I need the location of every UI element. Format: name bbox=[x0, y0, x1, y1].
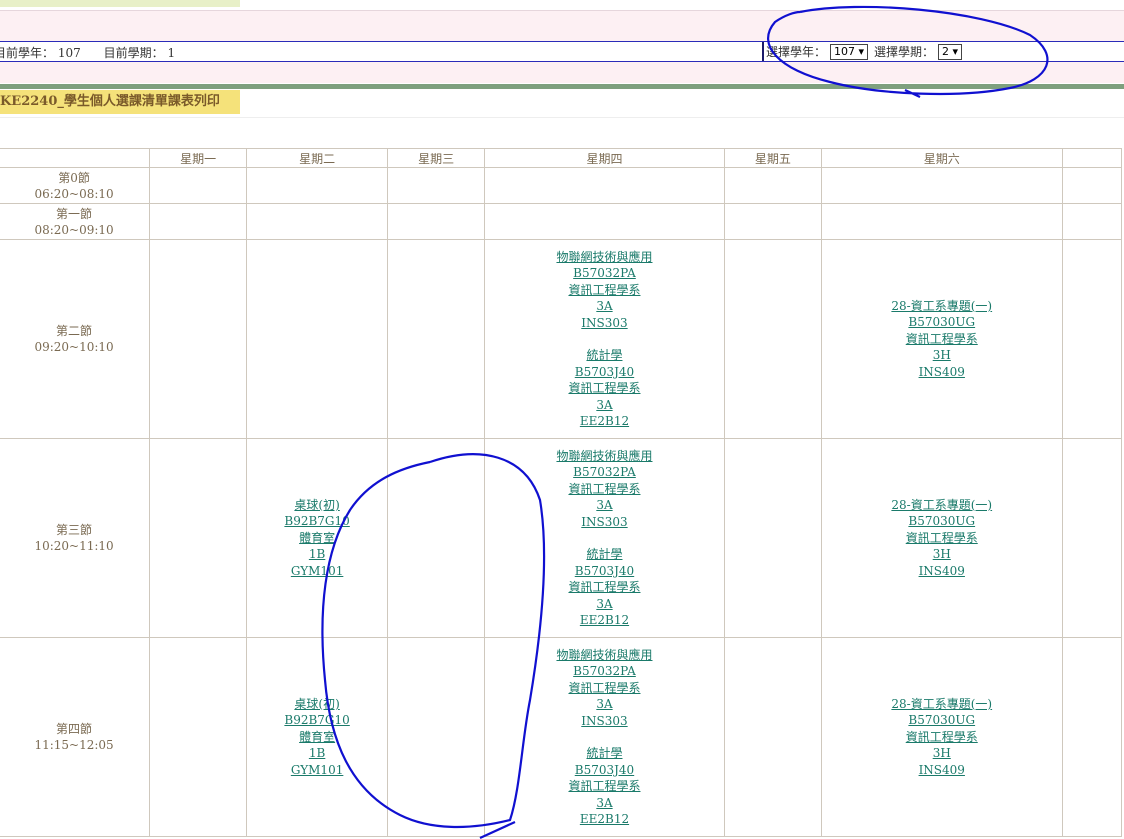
course-link[interactable]: 資訊工程學系 bbox=[822, 331, 1062, 348]
course-link[interactable]: INS409 bbox=[822, 762, 1062, 779]
course-link[interactable]: 體育室 bbox=[247, 530, 387, 547]
course-link[interactable]: GYM101 bbox=[247, 563, 387, 580]
course-link[interactable]: 3H bbox=[822, 745, 1062, 762]
course-link[interactable]: 1B bbox=[247, 745, 387, 762]
course-link[interactable]: INS303 bbox=[485, 713, 724, 730]
course-cell: 物聯網技術與應用 B57032PA 資訊工程學系 3A INS303 統計學 B… bbox=[484, 637, 725, 837]
term-info-bar: 目前學年： 107 目前學期： 1 選擇學年： 107 ▾ 選擇學期： 2 ▾ bbox=[0, 41, 1124, 62]
course-link[interactable]: EE2B12 bbox=[485, 413, 724, 430]
course-link[interactable]: 3A bbox=[485, 596, 724, 613]
day-header: 星期四 bbox=[484, 148, 725, 168]
divider-bar bbox=[0, 84, 1124, 89]
course-link[interactable]: 物聯網技術與應用 bbox=[485, 448, 724, 465]
course-link[interactable]: B57030UG bbox=[822, 314, 1062, 331]
current-term-info: 目前學年： 107 目前學期： 1 bbox=[0, 46, 176, 60]
day-header: 星期五 bbox=[723, 148, 822, 168]
course-link[interactable]: EE2B12 bbox=[485, 612, 724, 629]
course-link[interactable]: B5703J40 bbox=[485, 364, 724, 381]
course-link[interactable]: 28-資工系專題(一) bbox=[822, 497, 1062, 514]
course-link[interactable]: 資訊工程學系 bbox=[485, 481, 724, 498]
course-link[interactable]: 統計學 bbox=[485, 546, 724, 563]
course-link[interactable]: GYM101 bbox=[247, 762, 387, 779]
course-link[interactable]: B57030UG bbox=[822, 513, 1062, 530]
term-select[interactable]: 2 ▾ bbox=[938, 43, 963, 60]
day-header: 星期一 bbox=[149, 148, 248, 168]
course-link[interactable]: 物聯網技術與應用 bbox=[485, 647, 724, 664]
course-link[interactable]: 28-資工系專題(一) bbox=[822, 696, 1062, 713]
course-link[interactable]: 3A bbox=[485, 497, 724, 514]
course-link[interactable]: 資訊工程學系 bbox=[485, 680, 724, 697]
course-cell: 桌球(初) B92B7G10 體育室 1B GYM101 bbox=[246, 438, 389, 638]
course-link[interactable]: B57032PA bbox=[485, 464, 724, 481]
course-link[interactable]: 3H bbox=[822, 546, 1062, 563]
course-link[interactable]: B92B7G10 bbox=[247, 712, 387, 729]
course-link[interactable]: 資訊工程學系 bbox=[485, 579, 724, 596]
period-cell: 第0節 06:20~08:10 bbox=[0, 167, 151, 204]
course-link[interactable]: 3A bbox=[485, 696, 724, 713]
period-cell: 第一節 08:20~09:10 bbox=[0, 203, 151, 240]
course-link[interactable]: 資訊工程學系 bbox=[485, 380, 724, 397]
course-link[interactable]: 3A bbox=[485, 298, 724, 315]
course-link[interactable]: 統計學 bbox=[485, 347, 724, 364]
course-link[interactable]: 統計學 bbox=[485, 745, 724, 762]
course-link[interactable]: B57032PA bbox=[485, 663, 724, 680]
day-header: 星期二 bbox=[246, 148, 389, 168]
course-link[interactable]: 物聯網技術與應用 bbox=[485, 249, 724, 266]
term-selector: 選擇學年： 107 ▾ 選擇學期： 2 ▾ bbox=[762, 42, 968, 61]
extra-header bbox=[1061, 148, 1123, 168]
period-cell: 第四節 11:15~12:05 bbox=[0, 637, 151, 837]
course-link[interactable]: B57032PA bbox=[485, 265, 724, 282]
period-cell: 第二節 09:20~10:10 bbox=[0, 239, 151, 439]
course-cell: 桌球(初) B92B7G10 體育室 1B GYM101 bbox=[246, 637, 389, 837]
course-link[interactable]: 資訊工程學系 bbox=[485, 778, 724, 795]
course-link[interactable]: B5703J40 bbox=[485, 762, 724, 779]
course-link[interactable]: INS303 bbox=[485, 315, 724, 332]
course-link[interactable]: 資訊工程學系 bbox=[485, 282, 724, 299]
course-link[interactable]: 桌球(初) bbox=[247, 696, 387, 713]
day-header: 星期三 bbox=[387, 148, 486, 168]
course-link[interactable]: 資訊工程學系 bbox=[822, 729, 1062, 746]
select-term-label: 選擇學期： bbox=[874, 45, 935, 59]
course-cell: 28-資工系專題(一) B57030UG 資訊工程學系 3H INS409 bbox=[820, 239, 1063, 439]
corner-header bbox=[0, 148, 151, 168]
year-select[interactable]: 107 ▾ bbox=[830, 43, 869, 60]
select-year-label: 選擇學年： bbox=[766, 45, 827, 59]
course-link[interactable]: 桌球(初) bbox=[247, 497, 387, 514]
course-link[interactable]: 1B bbox=[247, 546, 387, 563]
course-link[interactable]: EE2B12 bbox=[485, 811, 724, 828]
course-link[interactable]: 資訊工程學系 bbox=[822, 530, 1062, 547]
course-cell: 28-資工系專題(一) B57030UG 資訊工程學系 3H INS409 bbox=[820, 438, 1063, 638]
page-title: KE2240_學生個人選課清單課表列印 bbox=[0, 90, 240, 114]
course-link[interactable]: 體育室 bbox=[247, 729, 387, 746]
day-header: 星期六 bbox=[820, 148, 1063, 168]
course-cell: 28-資工系專題(一) B57030UG 資訊工程學系 3H INS409 bbox=[820, 637, 1063, 837]
course-link[interactable]: 28-資工系專題(一) bbox=[822, 298, 1062, 315]
course-link[interactable]: 3H bbox=[822, 347, 1062, 364]
course-link[interactable]: B92B7G10 bbox=[247, 513, 387, 530]
course-cell: 物聯網技術與應用 B57032PA 資訊工程學系 3A INS303 統計學 B… bbox=[484, 438, 725, 638]
course-cell: 物聯網技術與應用 B57032PA 資訊工程學系 3A INS303 統計學 B… bbox=[484, 239, 725, 439]
course-link[interactable]: 3A bbox=[485, 795, 724, 812]
schedule-table: 星期一 星期二 星期三 星期四 星期五 星期六 第0節 06:20~08:10 第… bbox=[0, 148, 1123, 837]
top-accent-line bbox=[0, 0, 240, 7]
divider bbox=[0, 117, 1124, 118]
course-link[interactable]: B5703J40 bbox=[485, 563, 724, 580]
course-link[interactable]: 3A bbox=[485, 397, 724, 414]
course-link[interactable]: INS303 bbox=[485, 514, 724, 531]
course-link[interactable]: INS409 bbox=[822, 563, 1062, 580]
course-link[interactable]: B57030UG bbox=[822, 712, 1062, 729]
course-link[interactable]: INS409 bbox=[822, 364, 1062, 381]
period-cell: 第三節 10:20~11:10 bbox=[0, 438, 151, 638]
